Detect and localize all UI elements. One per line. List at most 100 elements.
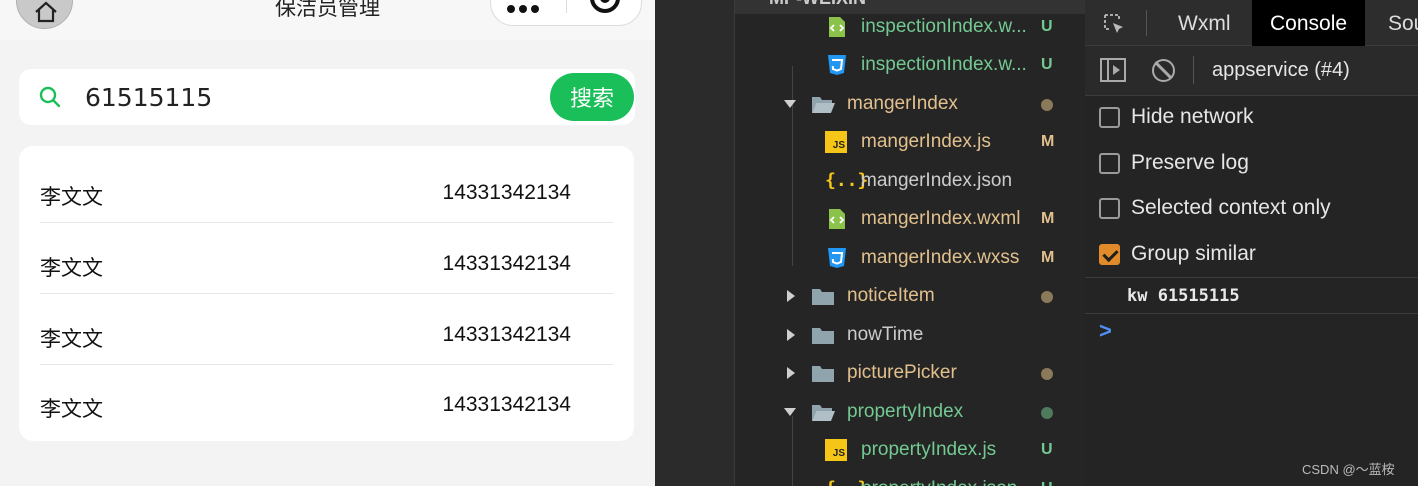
js-icon: JS	[825, 439, 849, 461]
explorer-section-title: MP-WEIXIN	[769, 0, 866, 9]
wxss-icon	[825, 54, 849, 76]
tree-item[interactable]: propertyIndex	[735, 394, 1085, 432]
tree-item-label: mangerIndex	[847, 93, 958, 114]
tab-sources[interactable]: Sou	[1370, 0, 1418, 46]
tree-item-label: mangerIndex.wxss	[861, 247, 1020, 268]
chevron-down-icon[interactable]	[784, 408, 796, 416]
tree-item-label: noticeItem	[847, 285, 935, 306]
cleaner-phone: 14331342134	[442, 252, 571, 275]
option-group-similar[interactable]: Group similar	[1099, 236, 1418, 276]
tree-item-label: mangerIndex.json	[861, 170, 1013, 191]
tree-item[interactable]: {..} mangerIndex.json	[735, 163, 1085, 201]
tree-item-label: mangerIndex.js	[861, 131, 991, 152]
chevron-right-icon[interactable]	[787, 329, 795, 341]
list-item[interactable]: 李文文 14331342134	[40, 153, 613, 223]
context-selector[interactable]: appservice (#4)	[1212, 59, 1350, 82]
more-icon[interactable]	[507, 0, 547, 13]
cleaner-name: 李文文	[40, 185, 103, 209]
git-status-dot	[1041, 407, 1053, 419]
wxss-icon	[825, 247, 849, 269]
cleaner-list: 李文文 14331342134 李文文 14331342134 李文文 1433…	[19, 146, 634, 441]
option-preserve-log[interactable]: Preserve log	[1099, 145, 1418, 185]
devtools-tabbar: Wxml Console Sou	[1085, 0, 1418, 46]
tab-console[interactable]: Console	[1252, 0, 1366, 46]
cleaner-name: 李文文	[40, 327, 103, 351]
search-icon	[39, 86, 61, 108]
tree-item-label: propertyIndex.json	[861, 478, 1017, 486]
list-item[interactable]: 李文文 14331342134	[40, 365, 613, 435]
option-label: Preserve log	[1131, 151, 1249, 174]
console-prompt[interactable]: >	[1099, 318, 1112, 344]
chevron-right-icon[interactable]	[787, 367, 795, 379]
tree-item[interactable]: inspectionIndex.w... U	[735, 9, 1085, 47]
search-bar: 搜索	[19, 69, 635, 125]
devtools-panel: Wxml Console Sou appservice (#4) Hide ne…	[1085, 0, 1418, 486]
tree-item-label: picturePicker	[847, 362, 957, 383]
list-item[interactable]: 李文文 14331342134	[40, 224, 613, 294]
tree-item[interactable]: mangerIndex.wxss M	[735, 240, 1085, 278]
list-item[interactable]: 李文文 14331342134	[40, 295, 613, 365]
git-status-dot	[1041, 99, 1053, 111]
show-sidebar-icon[interactable]	[1100, 58, 1126, 82]
tree-item[interactable]: noticeItem	[735, 278, 1085, 316]
git-status-badge: U	[1041, 441, 1053, 458]
git-status-badge: M	[1041, 133, 1055, 150]
console-toolbar: appservice (#4)	[1085, 46, 1418, 96]
tree-item-label: nowTime	[847, 324, 924, 345]
file-explorer: MP-WEIXIN inspectionIndex.w... Uinspectio…	[735, 0, 1085, 486]
tree-item[interactable]: JS propertyIndex.js U	[735, 432, 1085, 470]
tab-wxml[interactable]: Wxml	[1160, 0, 1248, 46]
tree-item-label: inspectionIndex.w...	[861, 16, 1027, 37]
tree-item-label: propertyIndex.js	[861, 439, 997, 460]
activity-gutter	[655, 0, 735, 486]
toolbar-divider	[1193, 56, 1194, 84]
cleaner-phone: 14331342134	[442, 181, 571, 204]
tree-item[interactable]: picturePicker	[735, 355, 1085, 393]
capsule-menu[interactable]	[490, 0, 642, 26]
simulator-panel: 保洁员管理 搜索 李文文 14331342134 李文文 14331342134…	[0, 0, 655, 486]
tree-item-label: propertyIndex	[847, 401, 964, 422]
search-input[interactable]	[85, 79, 545, 115]
tree-item[interactable]: inspectionIndex.w... U	[735, 47, 1085, 85]
capsule-divider	[566, 0, 567, 13]
console-divider	[1085, 277, 1418, 278]
console-log-message: kw 61515115	[1127, 286, 1240, 306]
tree-item[interactable]: JS mangerIndex.js M	[735, 124, 1085, 162]
git-status-badge: U	[1041, 480, 1053, 486]
option-hide-network[interactable]: Hide network	[1099, 99, 1418, 139]
search-button[interactable]: 搜索	[550, 73, 634, 121]
tree-item-label: mangerIndex.wxml	[861, 208, 1021, 229]
option-selected-context[interactable]: Selected context only	[1099, 190, 1418, 230]
git-status-badge: U	[1041, 56, 1053, 73]
watermark: CSDN @～蓝桉	[1302, 462, 1395, 477]
group-similar-checkbox[interactable]	[1099, 244, 1120, 265]
json-icon: {..}	[825, 170, 869, 191]
option-label: Selected context only	[1131, 196, 1331, 219]
chevron-right-icon[interactable]	[787, 290, 795, 302]
json-icon: {..}	[825, 478, 868, 486]
tree-item-label: inspectionIndex.w...	[861, 54, 1027, 75]
chevron-down-icon[interactable]	[784, 100, 796, 108]
hide-network-checkbox[interactable]	[1099, 107, 1120, 128]
console-divider	[1085, 313, 1418, 314]
tree-item[interactable]: {..}propertyIndex.json U	[735, 471, 1085, 486]
option-label: Hide network	[1131, 105, 1254, 128]
tree-item[interactable]: mangerIndex.wxml M	[735, 201, 1085, 239]
folder-icon	[811, 285, 835, 307]
cleaner-name: 李文文	[40, 397, 103, 421]
tree-item[interactable]: mangerIndex	[735, 86, 1085, 124]
option-label: Group similar	[1131, 242, 1256, 265]
inspect-element-icon[interactable]	[1102, 12, 1126, 36]
close-miniprogram-icon[interactable]	[590, 0, 620, 13]
wxml-icon	[825, 16, 849, 38]
folder-open-icon	[811, 93, 835, 115]
selected-context-checkbox[interactable]	[1099, 198, 1120, 219]
folder-open-icon	[811, 401, 835, 423]
preserve-log-checkbox[interactable]	[1099, 153, 1120, 174]
clear-console-icon[interactable]	[1152, 59, 1175, 82]
toolbar-divider	[1146, 10, 1147, 36]
git-status-dot	[1041, 291, 1053, 303]
tree-item[interactable]: nowTime	[735, 317, 1085, 355]
js-icon: JS	[825, 131, 849, 153]
folder-icon	[811, 362, 835, 384]
